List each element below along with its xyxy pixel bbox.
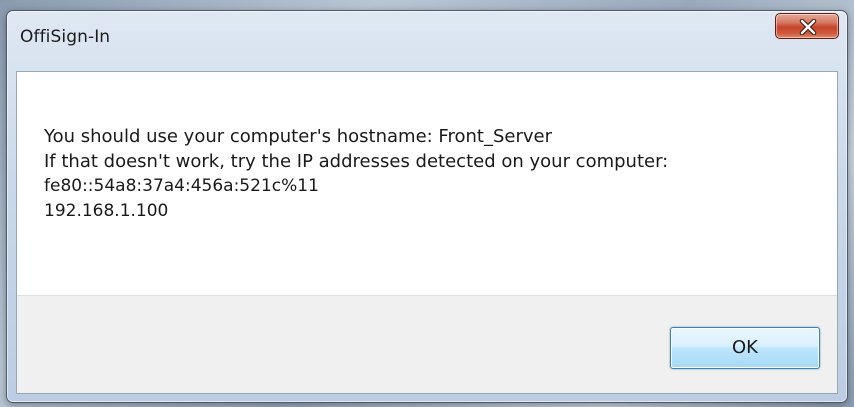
window-title: OffiSign-In — [20, 27, 111, 47]
close-button[interactable] — [775, 13, 839, 39]
dialog-window: OffiSign-In You should use your computer… — [6, 10, 848, 403]
ipv6-address: fe80::54a8:37a4:456a:521c%11 — [44, 176, 319, 196]
close-icon — [799, 19, 817, 35]
button-area: OK — [17, 295, 837, 393]
ipv4-address: 192.168.1.100 — [44, 201, 169, 221]
title-bar[interactable]: OffiSign-In — [7, 11, 847, 71]
message-text: You should use your computer's hostname:… — [44, 124, 824, 224]
hostname-message: You should use your computer's hostname:… — [44, 126, 552, 147]
ok-button[interactable]: OK — [670, 327, 820, 369]
ip-hint-message: If that doesn't work, try the IP address… — [44, 151, 669, 172]
dialog-body: You should use your computer's hostname:… — [16, 71, 838, 394]
